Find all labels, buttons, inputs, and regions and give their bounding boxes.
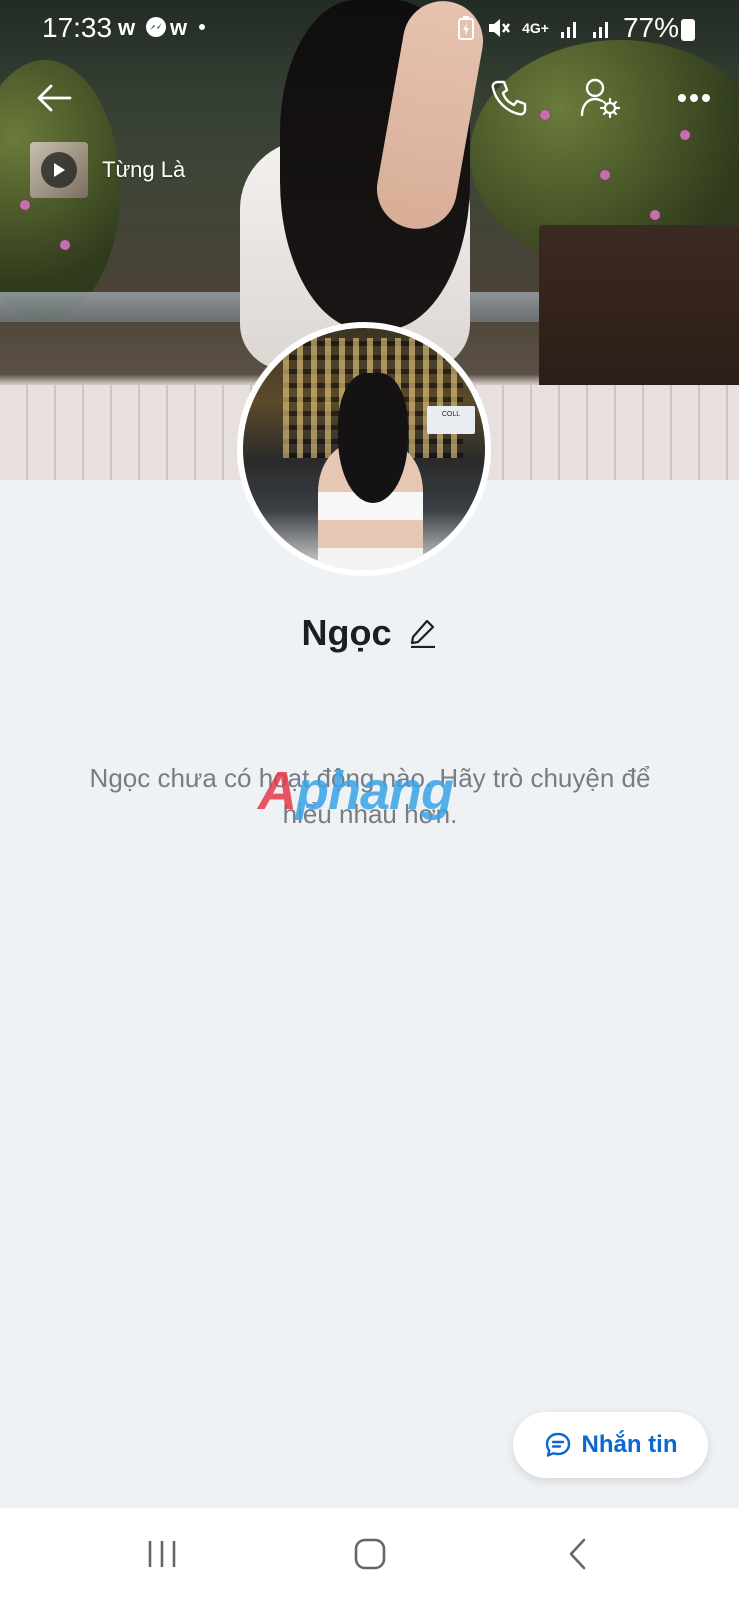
status-right: 4G+ 77% — [456, 12, 679, 44]
watermark-logo: Aphang — [258, 761, 454, 821]
battery-percent: 77% — [622, 12, 679, 43]
profile-music[interactable]: Từng Là — [30, 142, 185, 198]
battery-saver-icon — [458, 16, 475, 40]
system-nav-bar — [0, 1508, 739, 1600]
profile-name: Ngọc — [301, 612, 392, 653]
cover-flower — [600, 170, 610, 180]
signal-icon — [560, 22, 576, 38]
battery-icon — [681, 19, 695, 41]
cover-flower — [60, 240, 70, 250]
status-bar: 17:33 w w 4G+ 77% — [0, 0, 739, 56]
mute-icon — [489, 19, 511, 37]
home-icon — [354, 1538, 386, 1570]
play-icon — [54, 163, 65, 177]
chevron-left-icon — [569, 1538, 586, 1570]
arrow-left-icon — [37, 84, 72, 112]
avatar-sign: COLL — [427, 406, 475, 434]
recent-apps-icon — [148, 1541, 176, 1567]
cover-flower — [540, 110, 550, 120]
edit-name-button[interactable] — [408, 618, 438, 648]
avatar-image: COLL — [243, 328, 485, 570]
music-thumbnail[interactable] — [30, 142, 88, 198]
system-back-button[interactable] — [548, 1528, 608, 1580]
cover-flower — [20, 200, 30, 210]
notification-app-icons: w w — [117, 15, 205, 40]
home-button[interactable] — [340, 1528, 400, 1580]
cover-flower — [680, 130, 690, 140]
signal-icon-2 — [592, 22, 608, 38]
recent-apps-button[interactable] — [132, 1528, 192, 1580]
profile-settings-button[interactable] — [576, 74, 624, 122]
back-button[interactable] — [30, 74, 78, 122]
send-message-label: Nhắn tin — [581, 1431, 678, 1458]
call-button[interactable] — [484, 74, 532, 122]
pencil-icon — [410, 619, 435, 648]
play-button[interactable] — [41, 152, 77, 188]
phone-icon — [491, 80, 527, 116]
status-time: 17:33 — [42, 12, 113, 43]
profile-avatar[interactable]: COLL — [237, 322, 491, 576]
chat-bubble-icon — [545, 1432, 570, 1457]
cover-flower — [650, 210, 660, 220]
send-message-button[interactable]: Nhắn tin — [513, 1412, 708, 1478]
notification-icons: w w — [117, 14, 208, 46]
more-options-button[interactable] — [670, 74, 718, 122]
svg-text:w: w — [169, 15, 193, 40]
profile-name-row: Ngọc — [0, 612, 739, 654]
music-title[interactable]: Từng Là — [102, 157, 185, 183]
more-horizontal-icon — [678, 94, 710, 102]
user-settings-icon — [580, 78, 621, 119]
cover-planter — [539, 225, 739, 400]
svg-text:w: w — [118, 15, 141, 40]
network-type: 4G+ — [522, 20, 549, 36]
